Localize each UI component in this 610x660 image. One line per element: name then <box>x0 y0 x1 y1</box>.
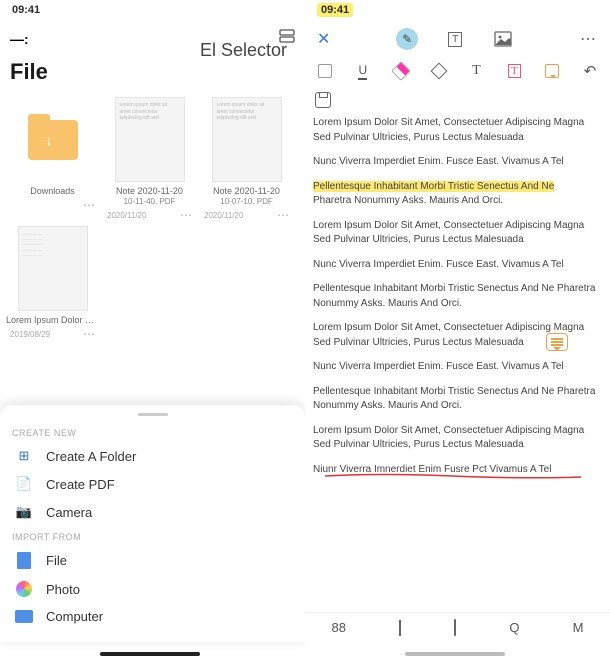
para[interactable]: Lorem Ipsum Dolor Sit Amet, Consectetuer… <box>313 116 602 145</box>
para[interactable]: Lorem Ipsum Dolor Sit Amet, Consectetuer… <box>313 219 602 248</box>
eraser-tool-icon[interactable] <box>391 61 411 81</box>
freehand-underline[interactable] <box>323 470 583 476</box>
pen-tool-icon[interactable]: ✎ <box>396 28 418 50</box>
text-insert-icon[interactable]: T <box>467 61 487 81</box>
home-indicator[interactable] <box>405 652 505 656</box>
create-sheet: CREATE NEW ⊞Create A Folder 📄Create PDF … <box>0 405 305 642</box>
thumbnails-icon[interactable] <box>454 620 456 635</box>
status-time: 09:41 <box>12 4 40 16</box>
import-computer-row[interactable]: Computer <box>0 603 305 630</box>
para[interactable]: Pellentesque Inhabitant Morbi Tristic Se… <box>313 282 602 311</box>
camera-row[interactable]: 📷Camera <box>0 498 305 526</box>
doc-icon: — — — —— — — —— — — —— — — —— — — — <box>18 226 88 311</box>
bookmark-icon[interactable] <box>399 620 401 635</box>
more-icon[interactable]: ⋯ <box>180 208 192 222</box>
comment-icon[interactable] <box>546 333 568 351</box>
menu-icon[interactable]: —: <box>10 31 29 47</box>
search-icon[interactable]: Q <box>509 620 519 635</box>
import-photo-row[interactable]: Photo <box>0 575 305 603</box>
status-time: 09:41 <box>317 3 353 17</box>
textbox-icon[interactable]: T <box>504 61 524 81</box>
select-tool-icon[interactable] <box>315 61 335 81</box>
home-indicator[interactable] <box>100 652 200 656</box>
import-header: IMPORT FROM <box>0 526 305 546</box>
more-icon[interactable]: ⋯ <box>580 29 598 49</box>
save-icon[interactable] <box>315 92 331 108</box>
computer-icon <box>14 610 34 623</box>
shape-tool-icon[interactable] <box>429 61 449 81</box>
pdf-icon: 📄 <box>14 476 34 492</box>
create-folder-row[interactable]: ⊞Create A Folder <box>0 442 305 470</box>
close-icon[interactable]: ✕ <box>317 29 330 49</box>
more-icon[interactable]: ⋯ <box>277 208 289 222</box>
folder-plus-icon: ⊞ <box>14 448 34 464</box>
folder-icon: ↓ <box>28 120 78 160</box>
more-icon[interactable]: ⋯ <box>83 327 95 341</box>
para[interactable]: Lorem Ipsum Dolor Sit Amet, Consectetuer… <box>313 424 602 453</box>
doc-icon: Lorem ipsum dolor sit amet consectetur a… <box>115 97 185 182</box>
para[interactable]: Nunc Viverra Imperdiet Enim. Fusce East.… <box>313 258 602 273</box>
thumb-note-1[interactable]: Lorem ipsum dolor sit amet consectetur a… <box>103 97 196 222</box>
text-tool-icon[interactable]: T <box>444 28 466 50</box>
document-body[interactable]: Lorem Ipsum Dolor Sit Amet, Consectetuer… <box>305 108 610 556</box>
create-header: CREATE NEW <box>0 422 305 442</box>
thumb-lorem[interactable]: — — — —— — — —— — — —— — — —— — — — Lore… <box>6 226 99 341</box>
create-pdf-row[interactable]: 📄Create PDF <box>0 470 305 498</box>
image-tool-icon[interactable] <box>492 28 514 50</box>
sticky-note-icon[interactable] <box>542 61 562 81</box>
underline-tool-icon[interactable]: U <box>353 61 373 81</box>
import-file-row[interactable]: File <box>0 546 305 575</box>
thumb-downloads[interactable]: ↓ Downloads ⋯ <box>6 97 99 222</box>
page-number[interactable]: 88 <box>332 620 346 635</box>
para[interactable]: Nunc Viverra Imperdiet Enim. Fusce East.… <box>313 360 602 375</box>
photo-icon <box>14 581 34 597</box>
menu-icon[interactable]: M <box>573 620 584 635</box>
selector-title: El Selector <box>200 40 287 61</box>
para[interactable]: Nunc Viverra Imperdiet Enim. Fusce East.… <box>313 155 602 170</box>
thumb-note-2[interactable]: Lorem ipsum dolor sit amet consectetur a… <box>200 97 293 222</box>
doc-icon: Lorem ipsum dolor sit amet consectetur a… <box>212 97 282 182</box>
more-icon[interactable]: ⋯ <box>83 198 95 212</box>
sheet-handle[interactable] <box>138 413 168 416</box>
file-icon <box>14 552 34 569</box>
camera-icon: 📷 <box>14 504 34 520</box>
para[interactable]: Pellentesque Inhabitant Morbi Tristic Se… <box>313 385 602 414</box>
undo-icon[interactable]: ↶ <box>580 61 600 81</box>
para-highlighted[interactable]: Pellentesque Inhabitant Morbi Tristic Se… <box>313 180 602 209</box>
